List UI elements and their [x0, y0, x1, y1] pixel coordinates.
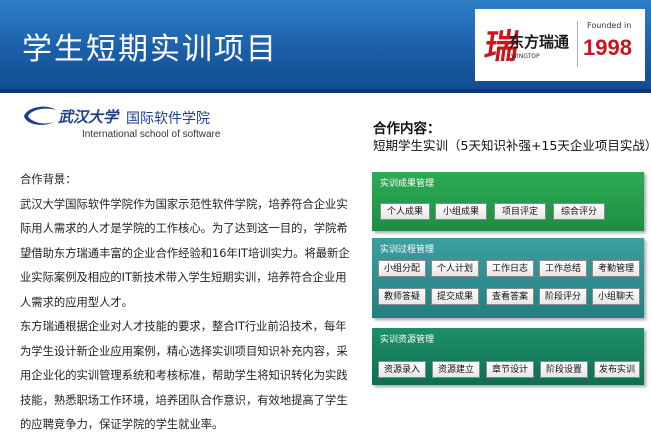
project-evaluation-button[interactable]: 项目评定	[494, 203, 546, 220]
founded-year: 1998	[583, 35, 632, 60]
resources-management-panel: 实训资源管理 资源录入 资源建立 章节设计 阶段设置 发布实训	[372, 328, 644, 385]
panel-title: 实训成果管理	[380, 179, 435, 189]
cooperation-heading: 合作内容：	[373, 121, 441, 137]
brand-subtitle: WINGTOP	[511, 53, 540, 60]
personal-results-button[interactable]: 个人成果	[380, 203, 430, 220]
view-answers-button[interactable]: 查看答案	[486, 288, 534, 305]
founded-label: Founded in	[587, 21, 632, 30]
background-section: 合作背景： 武汉大学国际软件学院作为国家示范性软件学院，培养符合企业实际用人需求…	[20, 168, 356, 438]
resource-entry-button[interactable]: 资源录入	[378, 361, 426, 378]
background-paragraph: 东方瑞通根据企业对人才技能的要求，整合IT行业前沿技术，每年为学生设计新企业应用…	[20, 320, 348, 431]
school-name-en: International school of software	[82, 129, 221, 140]
chapter-design-button[interactable]: 章节设计	[486, 361, 534, 378]
school-swoosh-icon	[24, 106, 56, 125]
school-logo: 武汉大学 国际软件学院 International school of soft…	[22, 102, 242, 148]
teacher-qa-button[interactable]: 教师答疑	[378, 288, 426, 305]
work-log-button[interactable]: 工作日志	[486, 260, 534, 277]
results-management-panel: 实训成果管理 个人成果 小组成果 项目评定 综合评分	[372, 172, 644, 231]
resource-create-button[interactable]: 资源建立	[432, 361, 480, 378]
group-chat-button[interactable]: 小组聊天	[592, 288, 640, 305]
group-assign-button[interactable]: 小组分配	[378, 260, 426, 277]
attendance-button[interactable]: 考勤管理	[592, 260, 640, 277]
brand-logo: 瑞 东方瑞通 WINGTOP Founded in 1998	[475, 9, 645, 81]
group-results-button[interactable]: 小组成果	[435, 203, 487, 220]
cooperation-description: 短期学生实训（5天知识补强+15天企业项目实战）	[373, 138, 651, 153]
stage-score-button[interactable]: 阶段评分	[539, 288, 587, 305]
background-heading: 合作背景：	[20, 173, 77, 186]
page-title: 学生短期实训项目	[22, 32, 278, 67]
brand-divider	[577, 21, 578, 67]
panel-title: 实训资源管理	[380, 335, 435, 345]
process-management-panel: 实训过程管理 小组分配 个人计划 工作日志 工作总结 考勤管理 教师答疑 提交成…	[372, 238, 644, 318]
overall-score-button[interactable]: 综合评分	[553, 203, 605, 220]
publish-training-button[interactable]: 发布实训	[594, 361, 640, 378]
background-paragraph: 武汉大学国际软件学院作为国家示范性软件学院，培养符合企业实际用人需求的人才是学院…	[20, 197, 350, 309]
personal-plan-button[interactable]: 个人计划	[431, 260, 479, 277]
stage-settings-button[interactable]: 阶段设置	[540, 361, 588, 378]
brand-name: 东方瑞通	[509, 33, 570, 51]
submit-results-button[interactable]: 提交成果	[431, 288, 479, 305]
school-name-cn: 武汉大学	[58, 108, 119, 126]
panel-title: 实训过程管理	[380, 245, 435, 255]
school-dept-cn: 国际软件学院	[126, 111, 210, 127]
page-header: 学生短期实训项目 瑞 东方瑞通 WINGTOP Founded in 1998	[0, 0, 651, 93]
work-summary-button[interactable]: 工作总结	[539, 260, 587, 277]
